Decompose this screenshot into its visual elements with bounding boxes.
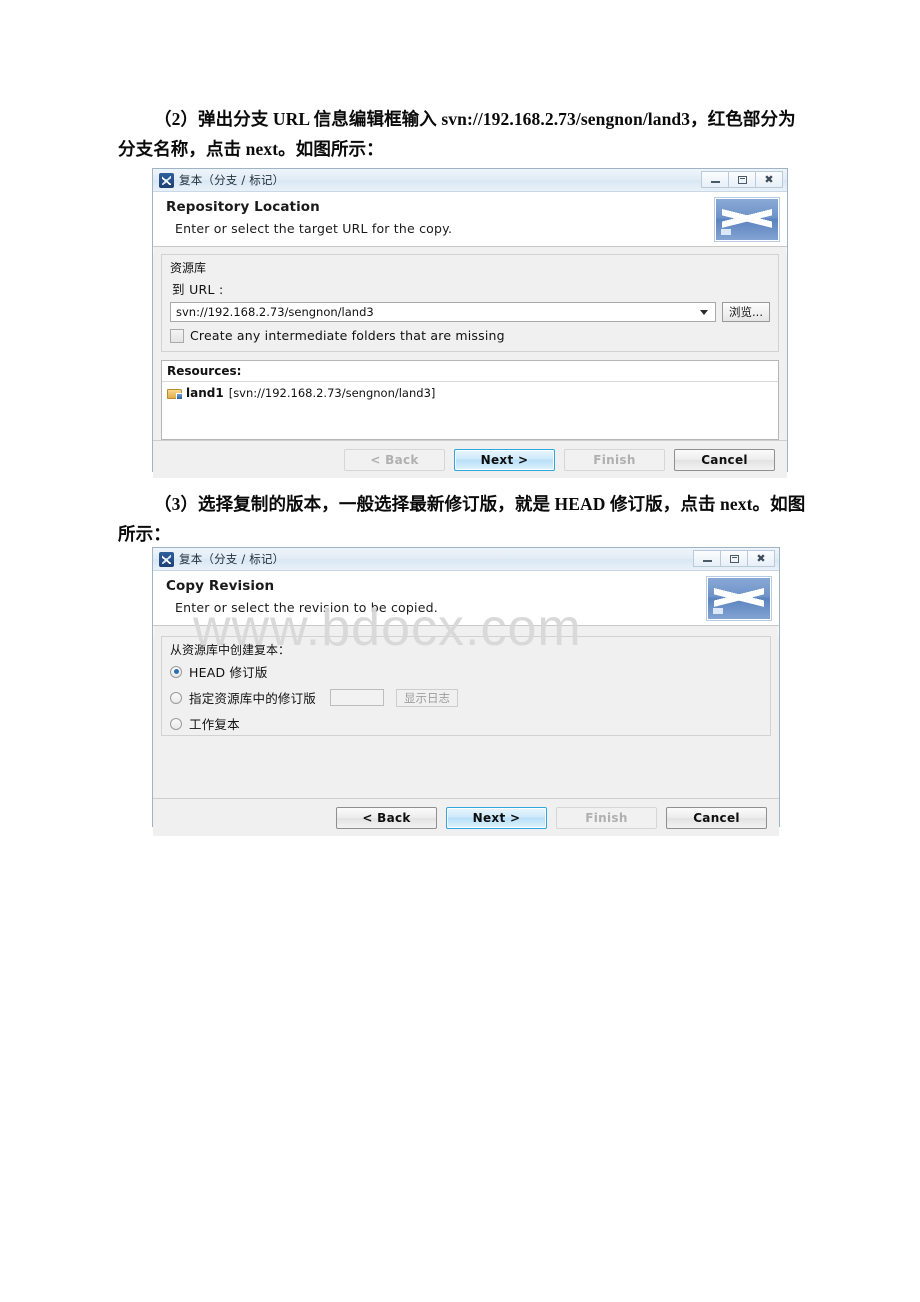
back-button[interactable]: < Back bbox=[344, 448, 445, 471]
copy-branch-tag-dialog-copy-revision[interactable]: 复本（分支 / 标记） ✖ Copy Revision Enter or sel… bbox=[152, 547, 780, 836]
next-button[interactable]: Next > bbox=[454, 448, 555, 471]
url-value: svn://192.168.2.73/sengnon/land3 bbox=[176, 305, 374, 319]
resource-name: land1 bbox=[186, 386, 224, 400]
repository-group: 资源库 到 URL : svn://192.168.2.73/sengnon/l… bbox=[161, 254, 779, 352]
restore-button[interactable] bbox=[728, 171, 756, 188]
intermediate-folders-row[interactable]: Create any intermediate folders that are… bbox=[170, 328, 770, 343]
restore-icon bbox=[729, 554, 739, 563]
resources-title: Resources: bbox=[162, 364, 778, 382]
minimize-button[interactable] bbox=[693, 550, 721, 567]
repository-group-label: 资源库 bbox=[170, 261, 207, 275]
paragraph-2: （2）弹出分支 URL 信息编辑框输入 svn://192.168.2.73/s… bbox=[118, 104, 808, 164]
restore-button[interactable] bbox=[720, 550, 748, 567]
copy-branch-tag-dialog-repository-location[interactable]: 复本（分支 / 标记） ✖ Repository Location Enter … bbox=[152, 168, 788, 478]
radio-specific-revision-label: 指定资源库中的修订版 bbox=[189, 691, 317, 706]
minimize-icon bbox=[702, 560, 712, 562]
chevron-down-icon[interactable] bbox=[700, 310, 708, 315]
radio-working-copy-label: 工作复本 bbox=[189, 717, 240, 732]
radio-head-revision-icon[interactable] bbox=[170, 665, 182, 678]
folder-icon bbox=[167, 387, 183, 400]
dialog1-titlebar[interactable]: 复本（分支 / 标记） ✖ bbox=[153, 169, 787, 192]
paragraph-2-text: （2）弹出分支 URL 信息编辑框输入 svn://192.168.2.73/s… bbox=[118, 109, 796, 159]
dialog2-window-controls[interactable]: ✖ bbox=[693, 550, 775, 567]
show-log-button[interactable]: 显示日志 bbox=[396, 688, 459, 707]
minimize-button[interactable] bbox=[701, 171, 729, 188]
restore-icon bbox=[737, 175, 747, 184]
dialog2-footer: < Back Next > Finish Cancel bbox=[153, 798, 779, 836]
revision-input[interactable] bbox=[330, 689, 385, 706]
close-button[interactable]: ✖ bbox=[747, 550, 775, 567]
finish-button[interactable]: Finish bbox=[564, 448, 665, 471]
browse-button[interactable]: 浏览... bbox=[722, 302, 770, 322]
svn-logo-icon bbox=[707, 577, 771, 620]
create-copy-from-repository-group: 从资源库中创建复本： HEAD 修订版 指定资源库中的修订版 显示日志 工作复本 bbox=[161, 636, 771, 736]
dialog2-title: 复本（分支 / 标记） bbox=[179, 552, 285, 566]
list-item[interactable]: land1 [svn://192.168.2.73/sengnon/land3] bbox=[167, 386, 773, 400]
dialog1-header-description: Enter or select the target URL for the c… bbox=[175, 221, 453, 236]
dialog1-header-title: Repository Location bbox=[166, 199, 320, 215]
dialog1-footer: < Back Next > Finish Cancel bbox=[153, 440, 787, 478]
dialog2-header-title: Copy Revision bbox=[166, 578, 275, 594]
url-row: svn://192.168.2.73/sengnon/land3 浏览... bbox=[170, 302, 770, 322]
close-button[interactable]: ✖ bbox=[755, 171, 783, 188]
subclipse-icon bbox=[159, 551, 174, 567]
close-icon: ✖ bbox=[764, 173, 774, 186]
radio-working-copy-icon[interactable] bbox=[170, 717, 182, 730]
dialog1-body: 资源库 到 URL : svn://192.168.2.73/sengnon/l… bbox=[153, 254, 787, 440]
subclipse-icon bbox=[159, 172, 174, 188]
radio-specific-revision-icon[interactable] bbox=[170, 691, 182, 704]
dialog1-window-controls[interactable]: ✖ bbox=[701, 171, 783, 188]
intermediate-folders-label: Create any intermediate folders that are… bbox=[190, 328, 505, 343]
radio-head-revision-label: HEAD 修订版 bbox=[189, 665, 268, 680]
minimize-icon bbox=[710, 181, 720, 183]
cancel-button[interactable]: Cancel bbox=[674, 448, 775, 471]
dialog2-body: 从资源库中创建复本： HEAD 修订版 指定资源库中的修订版 显示日志 工作复本 bbox=[153, 636, 779, 798]
create-copy-group-label: 从资源库中创建复本： bbox=[170, 643, 291, 657]
resource-url: [svn://192.168.2.73/sengnon/land3] bbox=[228, 386, 436, 400]
document-page: （2）弹出分支 URL 信息编辑框输入 svn://192.168.2.73/s… bbox=[0, 0, 920, 1302]
radio-option-working-copy[interactable]: 工作复本 bbox=[170, 714, 762, 733]
svn-logo-icon bbox=[715, 198, 779, 241]
radio-option-specific-revision[interactable]: 指定资源库中的修订版 显示日志 bbox=[170, 688, 762, 707]
resources-panel: Resources: land1 [svn://192.168.2.73/sen… bbox=[161, 360, 779, 440]
dialog2-header-description: Enter or select the revision to be copie… bbox=[175, 600, 438, 615]
dialog2-titlebar[interactable]: 复本（分支 / 标记） ✖ bbox=[153, 548, 779, 571]
finish-button[interactable]: Finish bbox=[556, 806, 657, 829]
intermediate-folders-checkbox[interactable] bbox=[170, 328, 184, 343]
dialog1-header: Repository Location Enter or select the … bbox=[153, 192, 787, 247]
dialog2-header: Copy Revision Enter or select the revisi… bbox=[153, 571, 779, 626]
dialog1-title: 复本（分支 / 标记） bbox=[179, 173, 285, 187]
radio-option-head-revision[interactable]: HEAD 修订版 bbox=[170, 662, 762, 681]
next-button[interactable]: Next > bbox=[446, 806, 547, 829]
paragraph-3-text: （3）选择复制的版本，一般选择最新修订版，就是 HEAD 修订版，点击 next… bbox=[118, 494, 806, 544]
to-url-label: 到 URL : bbox=[172, 282, 224, 297]
paragraph-3: （3）选择复制的版本，一般选择最新修订版，就是 HEAD 修订版，点击 next… bbox=[118, 489, 808, 549]
close-icon: ✖ bbox=[756, 552, 766, 565]
url-combo[interactable]: svn://192.168.2.73/sengnon/land3 bbox=[170, 302, 716, 322]
back-button[interactable]: < Back bbox=[336, 806, 437, 829]
cancel-button[interactable]: Cancel bbox=[666, 806, 767, 829]
